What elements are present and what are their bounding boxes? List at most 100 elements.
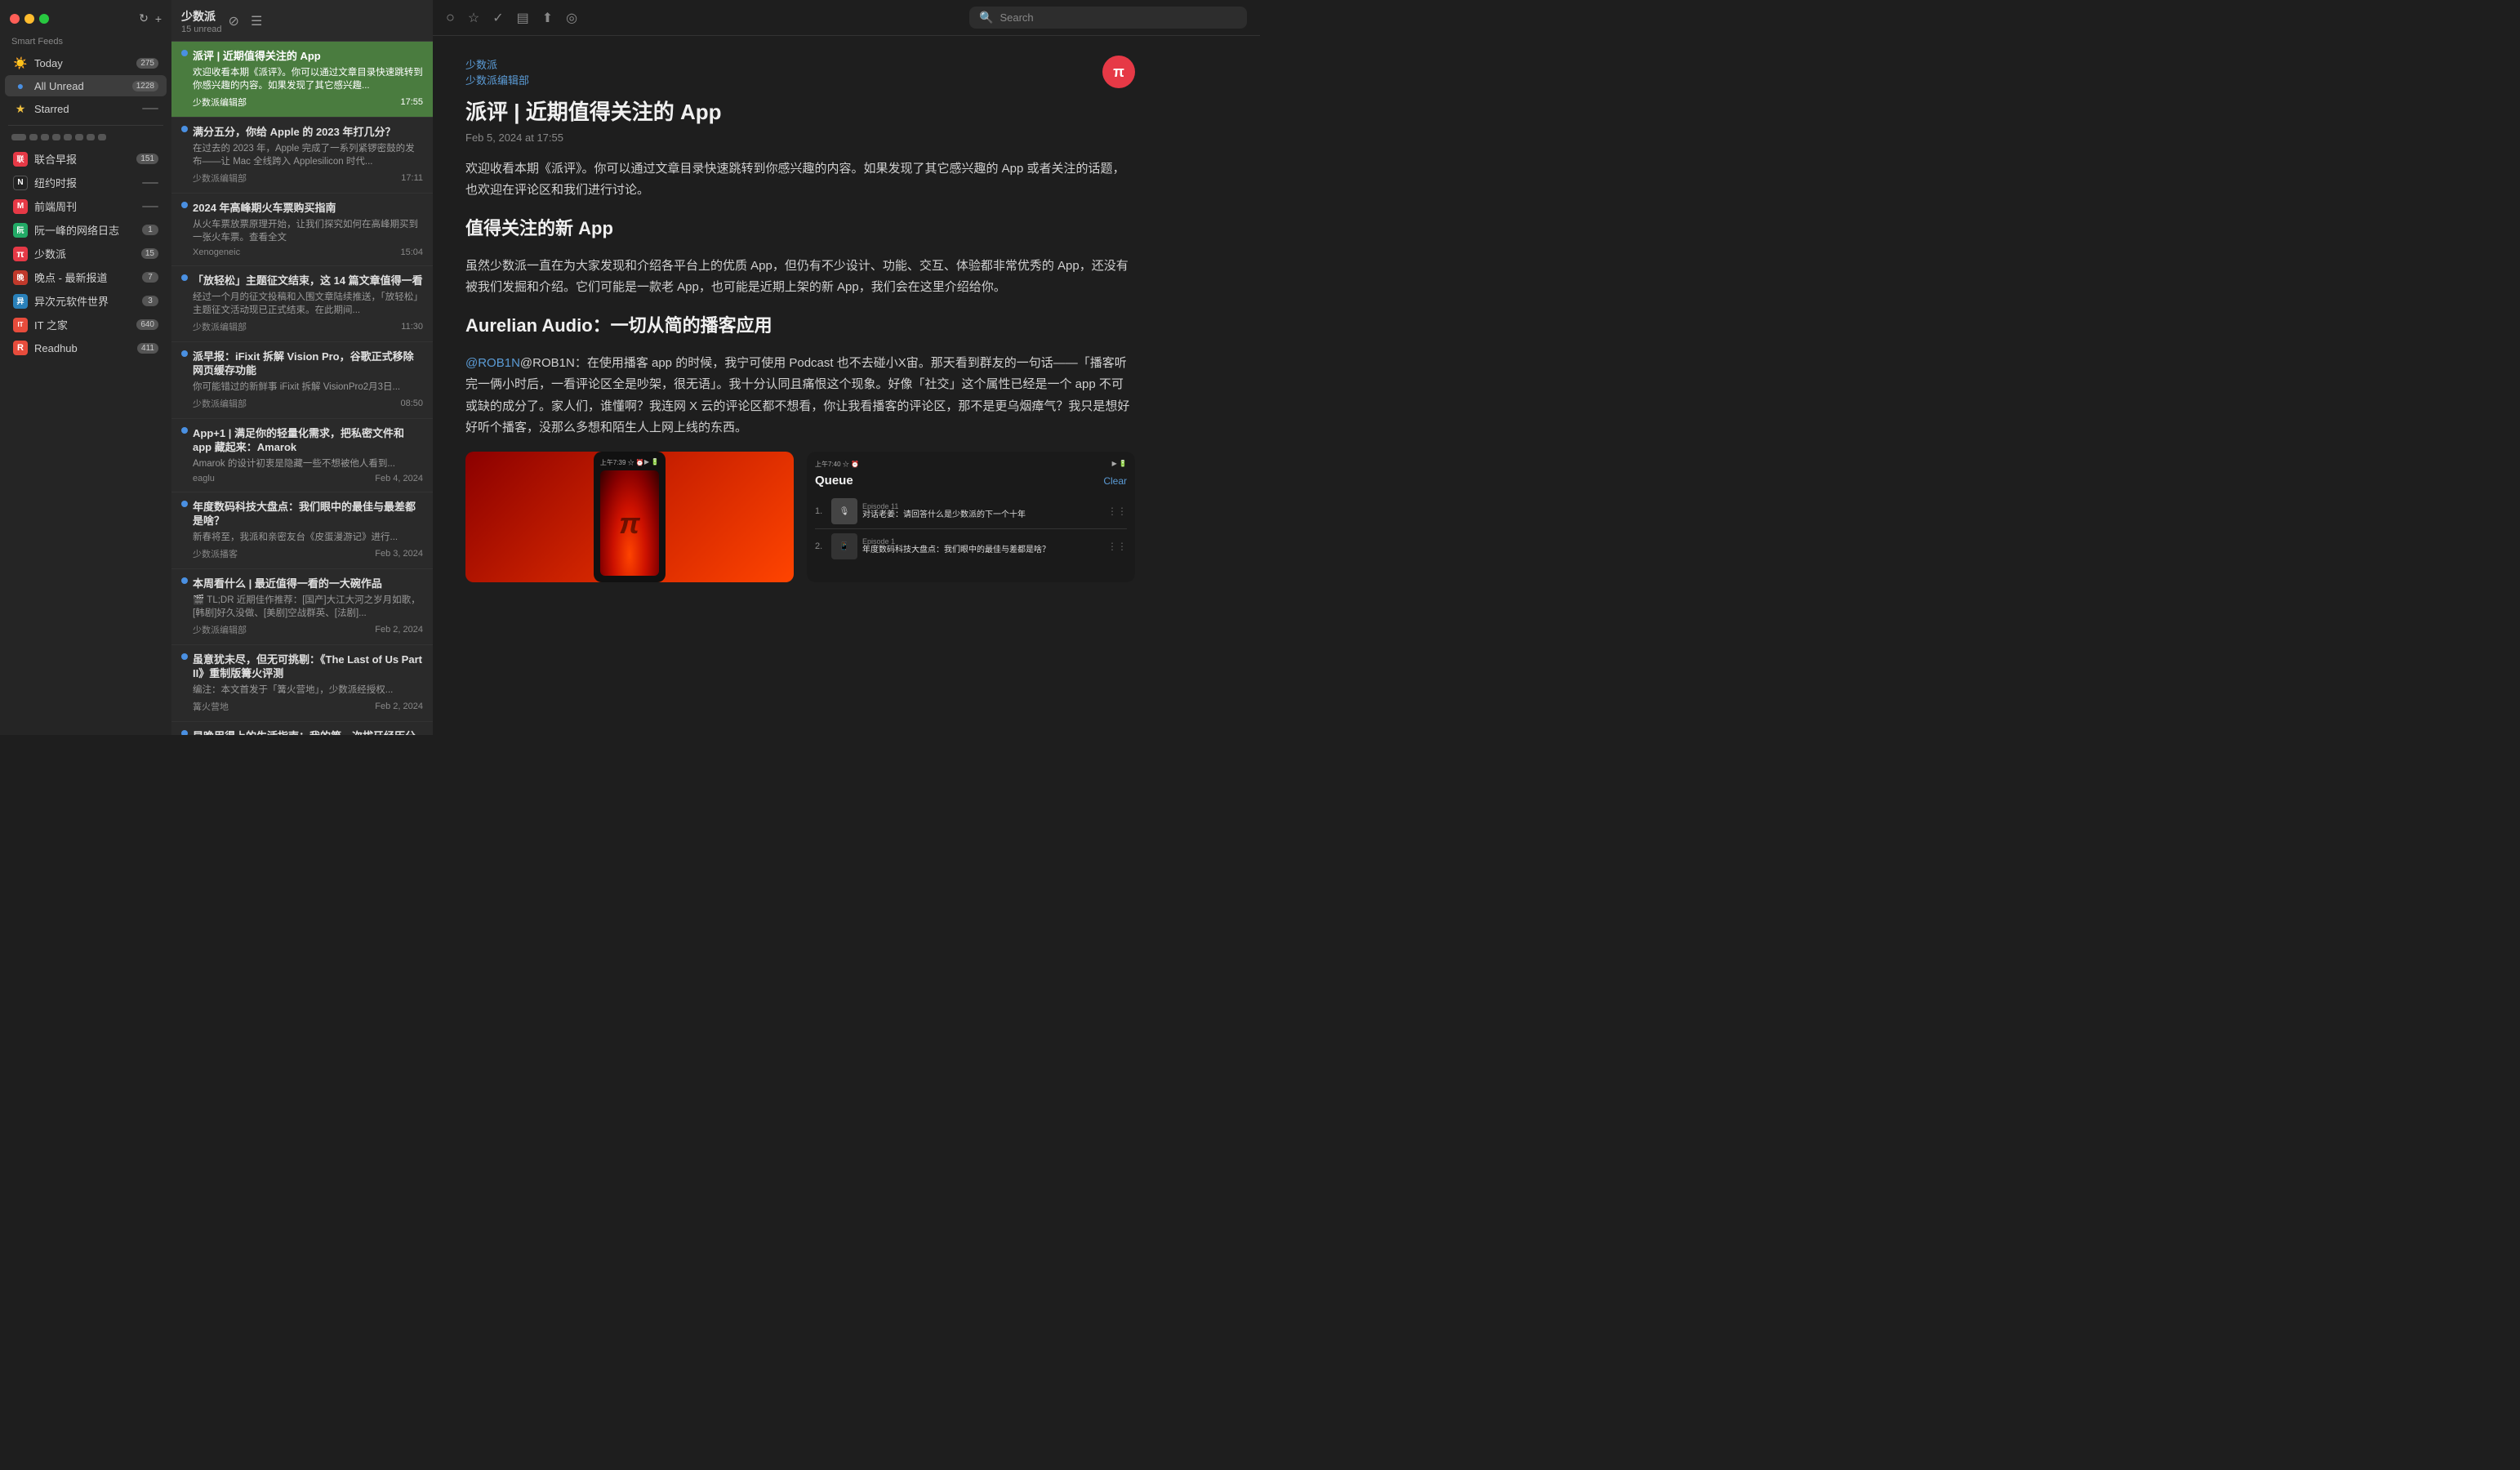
- archive-icon[interactable]: ⊘: [229, 13, 239, 29]
- queue-clear[interactable]: Clear: [1103, 475, 1127, 487]
- check-icon[interactable]: ✓: [492, 10, 503, 26]
- sidebar-item-today[interactable]: ☀️ Today 275: [5, 52, 167, 74]
- minimize-button[interactable]: [24, 14, 34, 24]
- circle-icon[interactable]: ○: [446, 9, 455, 26]
- article-section2-title: Aurelian Audio：一切从简的播客应用: [465, 310, 1135, 342]
- article-item-time: Feb 4, 2024: [375, 474, 423, 483]
- sidebar-item-itzj[interactable]: IT IT 之家 640: [5, 314, 167, 336]
- article-item[interactable]: 2024 年高峰期火车票购买指南 从火车票放票原理开始，让我们探究如何在高峰期买…: [171, 194, 433, 266]
- article-item-meta: 篝火营地 Feb 2, 2024: [193, 700, 423, 713]
- fullscreen-button[interactable]: [39, 14, 49, 24]
- sidebar-item-label-wandian: 晚点 - 最新报道: [34, 270, 136, 285]
- article-item-time: 15:04: [400, 247, 423, 257]
- qiantuan-badge: [142, 206, 158, 207]
- sidebar-item-starred[interactable]: ★ Starred: [5, 98, 167, 119]
- sidebar-item-label-qiantuan: 前端周刊: [34, 198, 136, 214]
- unread-dot: [181, 577, 188, 584]
- sidebar-item-label-yicianyuan: 异次元软件世界: [34, 293, 136, 309]
- queue-item-2-ep: Episode 1: [862, 537, 1102, 546]
- sidebar-item-label-all-unread: All Unread: [34, 80, 126, 92]
- smart-feeds-label: Smart Feeds: [0, 33, 171, 51]
- refresh-icon[interactable]: ↻: [139, 11, 149, 25]
- search-input[interactable]: [1000, 11, 1237, 24]
- article-item[interactable]: 派早报：iFixit 拆解 Vision Pro，谷歌正式移除网页缓存功能 你可…: [171, 342, 433, 419]
- add-icon[interactable]: +: [155, 12, 162, 25]
- close-button[interactable]: [10, 14, 20, 24]
- article-item[interactable]: 年度数码科技大盘点：我们眼中的最佳与最差都是啥？ 新春将至，我派和亲密友台《皮蛋…: [171, 492, 433, 569]
- avatar: π: [1102, 56, 1135, 88]
- article-item[interactable]: 「放轻松」主题征文结束，这 14 篇文章值得一看 经过一个月的征文投稿和入围文章…: [171, 266, 433, 342]
- article-item-title: App+1 | 满足你的轻量化需求，把私密文件和 app 藏起来：Amarok: [193, 427, 423, 455]
- article-item-time: Feb 2, 2024: [375, 702, 423, 711]
- unread-dot: [181, 202, 188, 208]
- article-icon[interactable]: ▤: [517, 10, 529, 26]
- sidebar-item-sspai[interactable]: π 少数派 15: [5, 243, 167, 265]
- article-item-preview: 🎬 TL;DR 近期佳作推荐：[国产]大江大河之岁月如歌，[韩剧]好久没做、[美…: [193, 594, 423, 620]
- article-date: Feb 5, 2024 at 17:55: [465, 131, 1135, 144]
- article-item-title: 「放轻松」主题征文结束，这 14 篇文章值得一看: [193, 274, 423, 288]
- search-icon: 🔍: [979, 11, 993, 24]
- sidebar-item-lianhe[interactable]: 联 联合早报 151: [5, 148, 167, 170]
- article-item-source: 少数派编辑部: [193, 96, 247, 109]
- lianhe-badge: 151: [136, 154, 158, 164]
- sidebar-item-all-unread[interactable]: ● All Unread 1228: [5, 75, 167, 96]
- settings-icon[interactable]: ☰: [251, 13, 262, 29]
- sidebar-item-label-nytimes: 纽约时报: [34, 175, 136, 190]
- wandian-badge: 7: [142, 272, 158, 283]
- all-unread-icon: ●: [13, 78, 28, 93]
- sidebar-item-nytimes[interactable]: N 纽约时报: [5, 172, 167, 194]
- article-item[interactable]: 派评 | 近期值得关注的 App 欢迎收看本期《派评》。你可以通过文章目录快速跳…: [171, 42, 433, 118]
- article-item-source: 少数派编辑部: [193, 397, 247, 410]
- main-toolbar: ○ ☆ ✓ ▤ ⬆ ◎ 🔍: [433, 0, 1260, 36]
- article-item[interactable]: 早晚用得上的生活指南：我的第一次拔牙经历分享 希望这次体验分享，可以帮助大家对拔…: [171, 722, 433, 735]
- article-items: 派评 | 近期值得关注的 App 欢迎收看本期《派评》。你可以通过文章目录快速跳…: [171, 42, 433, 735]
- article-item-title: 本周看什么 | 最近值得一看的一大碗作品: [193, 577, 423, 591]
- unread-dot: [181, 501, 188, 507]
- article-item-preview: 编注：本文首发于「篝火营地」，少数派经授权...: [193, 684, 423, 697]
- nytimes-icon: N: [13, 176, 28, 190]
- article-item-meta: 少数派编辑部 17:11: [193, 172, 423, 185]
- podcast-screenshot-left: 上午7:39 ☆ ⏰ ▶ 🔋 π: [465, 452, 794, 582]
- article-item-preview: 经过一个月的征文投稿和入围文章陆续推送，「放轻松」主题征文活动现已正式结束。在此…: [193, 291, 423, 317]
- article-item-title: 满分五分，你给 Apple 的 2023 年打几分？: [193, 126, 423, 140]
- unread-dot: [181, 427, 188, 434]
- article-item-meta: 少数派编辑部 08:50: [193, 397, 423, 410]
- sidebar-item-qiantuan[interactable]: M 前端周刊: [5, 195, 167, 217]
- article-item[interactable]: App+1 | 满足你的轻量化需求，把私密文件和 app 藏起来：Amarok …: [171, 419, 433, 492]
- article-image-row: 上午7:39 ☆ ⏰ ▶ 🔋 π 上午7:40 ☆ ⏰ ▶ 🔋: [465, 452, 1135, 582]
- sidebar-item-readhub[interactable]: R Readhub 411: [5, 337, 167, 359]
- queue-item-2-title: 年度数码科技大盘点：我们眼中的最佳与差都是啥？: [862, 546, 1102, 555]
- article-item[interactable]: 满分五分，你给 Apple 的 2023 年打几分？ 在过去的 2023 年，A…: [171, 118, 433, 194]
- readhub-badge: 411: [137, 343, 158, 354]
- article-list-subtitle: 15 unread: [181, 24, 222, 34]
- article-item-meta: 少数派编辑部 11:30: [193, 320, 423, 333]
- star-icon[interactable]: ☆: [468, 10, 479, 26]
- sidebar-item-wandian[interactable]: 晚 晚点 - 最新报道 7: [5, 266, 167, 288]
- article-item-title: 派评 | 近期值得关注的 App: [193, 50, 423, 64]
- article-item[interactable]: 虽意犹未尽，但无可挑剔：《The Last of Us Part II》重制版篝…: [171, 645, 433, 722]
- article-item-time: Feb 2, 2024: [375, 625, 423, 635]
- sidebar-item-yicianyuan[interactable]: 异 异次元软件世界 3: [5, 290, 167, 312]
- article-item-title: 派早报：iFixit 拆解 Vision Pro，谷歌正式移除网页缓存功能: [193, 350, 423, 378]
- article-item[interactable]: 本周看什么 | 最近值得一看的一大碗作品 🎬 TL;DR 近期佳作推荐：[国产]…: [171, 569, 433, 645]
- podcast-screenshot-right: 上午7:40 ☆ ⏰ ▶ 🔋 Queue Clear 1. 🎙 Episode …: [807, 452, 1135, 582]
- unread-dot: [181, 350, 188, 357]
- article-author-name: 少数派编辑部: [465, 72, 529, 87]
- article-author-info: 少数派 少数派编辑部: [465, 56, 529, 87]
- sspai-icon: π: [13, 247, 28, 261]
- article-item-title: 早晚用得上的生活指南：我的第一次拔牙经历分享: [193, 730, 423, 735]
- today-icon: ☀️: [13, 56, 28, 70]
- unread-dot: [181, 274, 188, 281]
- article-content: 少数派 少数派编辑部 π 派评 | 近期值得关注的 App Feb 5, 202…: [433, 36, 1168, 735]
- article-mention-link[interactable]: @ROB1N: [465, 356, 520, 370]
- article-source-name[interactable]: 少数派: [465, 56, 529, 72]
- article-item-source: Xenogeneic: [193, 247, 240, 257]
- share-icon[interactable]: ⬆: [542, 10, 553, 26]
- article-item-source: 少数派编辑部: [193, 623, 247, 636]
- shield-icon[interactable]: ◎: [566, 10, 577, 26]
- main-toolbar-icons: ○ ☆ ✓ ▤ ⬆ ◎: [446, 9, 577, 26]
- sspai-badge: 15: [141, 248, 158, 259]
- sidebar-item-rujun[interactable]: 阮 阮一峰的网络日志 1: [5, 219, 167, 241]
- sidebar-titlebar: ↻ +: [0, 7, 171, 33]
- article-item-meta: Xenogeneic 15:04: [193, 247, 423, 257]
